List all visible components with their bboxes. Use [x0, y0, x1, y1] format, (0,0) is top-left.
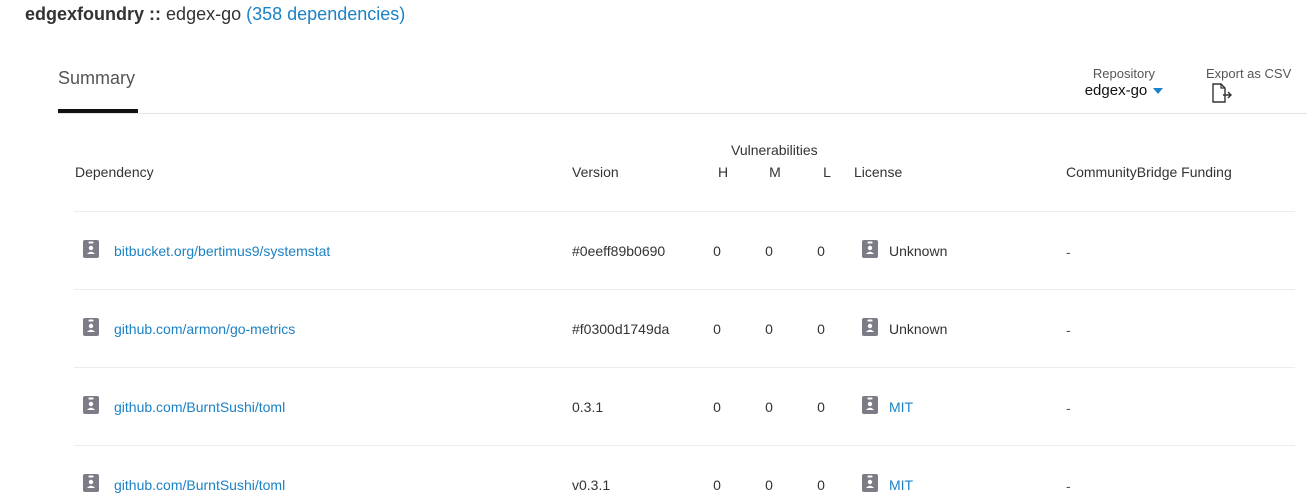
license-icon	[862, 240, 878, 258]
dependency-link[interactable]: github.com/BurntSushi/toml	[114, 398, 285, 416]
funding-value: -	[1066, 400, 1071, 416]
vuln-high-count: 0	[713, 243, 721, 259]
version-value: v0.3.1	[572, 477, 611, 493]
vuln-medium-count: 0	[765, 477, 773, 493]
export-label: Export as CSV	[1206, 66, 1292, 81]
repository-value: edgex-go	[1084, 82, 1148, 99]
row-divider	[74, 445, 1295, 446]
title-separator: ::	[149, 4, 162, 24]
tabs-divider	[58, 113, 1307, 114]
vuln-low-count: 0	[817, 243, 825, 259]
dependency-link[interactable]: bitbucket.org/bertimus9/systemstat	[114, 242, 330, 260]
export-file-icon[interactable]	[1211, 83, 1233, 103]
col-header-version[interactable]: Version	[572, 164, 619, 180]
vuln-medium-count: 0	[765, 321, 773, 337]
col-header-high[interactable]: H	[713, 164, 733, 180]
vuln-medium-count: 0	[765, 243, 773, 259]
col-header-medium[interactable]: M	[765, 164, 785, 180]
repository-dropdown[interactable]: edgex-go	[1085, 82, 1164, 99]
license-link[interactable]: MIT	[889, 398, 913, 416]
dependencies-count-link[interactable]: (358 dependencies)	[246, 4, 405, 24]
col-header-license[interactable]: License	[854, 164, 902, 180]
funding-value: -	[1066, 322, 1071, 338]
page-title: edgexfoundry :: edgex-go (358 dependenci…	[25, 3, 405, 25]
vuln-low-count: 0	[817, 321, 825, 337]
package-icon	[83, 240, 99, 258]
version-value: #f0300d1749da	[572, 321, 670, 337]
funding-value: -	[1066, 478, 1071, 494]
vuln-high-count: 0	[713, 399, 721, 415]
vuln-high-count: 0	[713, 477, 721, 493]
caret-down-icon	[1153, 87, 1164, 94]
license-value: Unknown	[889, 243, 948, 259]
export-csv[interactable]: Export as CSV	[1206, 66, 1302, 103]
row-divider	[74, 289, 1295, 290]
col-header-funding[interactable]: CommunityBridge Funding	[1066, 164, 1232, 180]
row-divider	[74, 211, 1295, 212]
license-link[interactable]: MIT	[889, 476, 913, 494]
tab-summary[interactable]: Summary	[58, 68, 135, 89]
vuln-low-count: 0	[817, 399, 825, 415]
col-header-vulnerabilities: Vulnerabilities	[731, 142, 818, 158]
license-icon	[862, 396, 878, 414]
version-value: #0eeff89b0690	[572, 243, 666, 259]
funding-value: -	[1066, 244, 1071, 260]
package-icon	[83, 474, 99, 492]
license-icon	[862, 474, 878, 492]
vuln-medium-count: 0	[765, 399, 773, 415]
repository-label: Repository	[1092, 66, 1156, 81]
version-value: 0.3.1	[572, 399, 604, 415]
row-divider	[74, 367, 1295, 368]
package-icon	[83, 318, 99, 336]
vuln-high-count: 0	[713, 321, 721, 337]
repository-selector[interactable]: Repository edgex-go	[1076, 66, 1172, 100]
org-name: edgexfoundry	[25, 4, 145, 24]
dependency-link[interactable]: github.com/BurntSushi/toml	[114, 476, 285, 494]
col-header-low[interactable]: L	[817, 164, 837, 180]
col-header-dependency[interactable]: Dependency	[75, 164, 154, 180]
license-value: Unknown	[889, 321, 948, 337]
vuln-low-count: 0	[817, 477, 825, 493]
repo-name: edgex-go	[166, 4, 242, 24]
package-icon	[83, 396, 99, 414]
license-icon	[862, 318, 878, 336]
dependency-link[interactable]: github.com/armon/go-metrics	[114, 320, 295, 338]
